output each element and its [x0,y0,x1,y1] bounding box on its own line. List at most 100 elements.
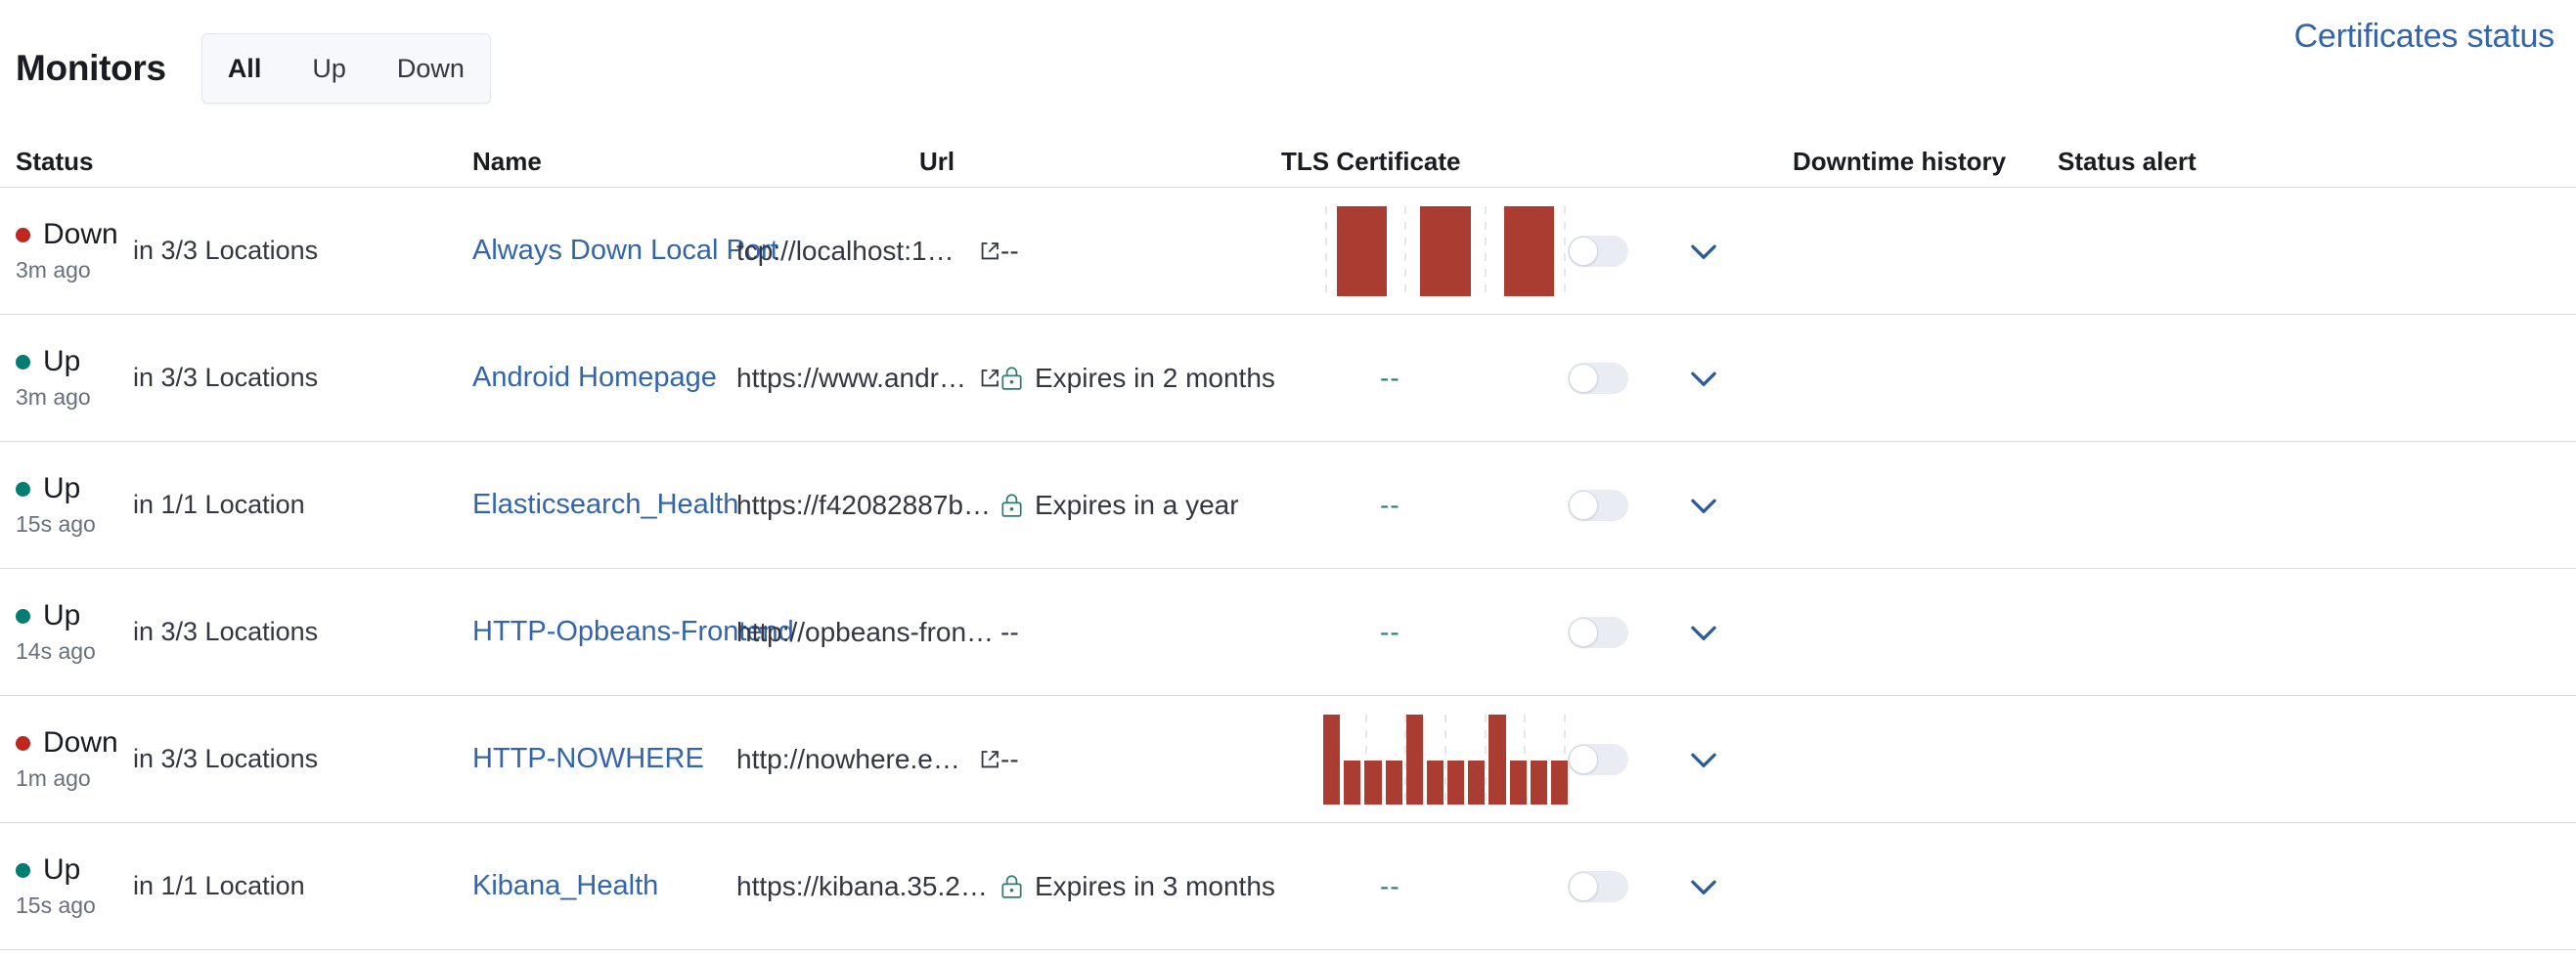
table-row[interactable]: Up 15s ago in 1/1 Location Kibana_Health h… [0,823,2576,950]
table-body: Down 3m ago in 3/3 Locations Always Down L… [0,188,2576,958]
monitor-name-link[interactable]: HTTP-NOWHERE [472,743,704,774]
locations-label: in 3/3 Locations [133,744,319,773]
downtime-empty-placeholder: -- [1380,489,1400,520]
cell-status: Up 14s ago [16,599,133,665]
downtime-bar [1344,761,1361,805]
status-alert-toggle[interactable] [1568,362,1628,394]
cell-url: https://kibana.35.241.204.195... [736,871,1000,902]
cell-expand [1685,741,1783,778]
table-row[interactable]: Down 3m ago in 3/3 Locations Always Down L… [0,188,2576,315]
cell-downtime-history: -- [1323,871,1568,902]
cell-name: Kibana_Health [472,870,736,902]
status-dot-up [16,608,30,624]
monitor-name-link[interactable]: Always Down Local Port [472,235,778,266]
status-last-check: 3m ago [16,384,91,410]
downtime-empty-placeholder: -- [1380,362,1400,393]
monitor-name-link[interactable]: Kibana_Health [472,870,658,901]
toggle-knob [1569,744,1598,774]
cell-tls-certificate: Expires in 2 months [1000,363,1323,394]
filter-button-down[interactable]: Down [372,34,490,103]
lock-icon [1001,493,1022,517]
cell-name: HTTP-NOWHERE [472,743,736,775]
table-row[interactable]: Down 1m ago in 3/3 Locations HTTP-NOWHERE … [0,696,2576,823]
cell-downtime-history [1323,205,1568,296]
cell-locations: in 1/1 Location [133,490,472,520]
expand-row-button[interactable] [1685,360,1783,397]
status-label: Up [43,345,81,377]
status-alert-toggle[interactable] [1568,743,1628,775]
status-label: Up [43,599,81,631]
cell-tls-certificate: Expires in a year [1000,490,1323,521]
cell-expand [1685,233,1783,270]
toggle-knob [1569,363,1598,393]
downtime-bar [1420,205,1471,296]
status-last-check: 3m ago [16,257,91,283]
filter-button-all[interactable]: All [202,34,288,103]
status-label: Up [43,853,81,886]
table-row[interactable]: Up 15s ago in 1/1 Location Elasticsearch_H… [0,442,2576,569]
expand-row-button[interactable] [1685,614,1783,651]
downtime-bar [1405,714,1423,805]
cell-locations: in 1/1 Location [133,871,472,901]
lock-icon [1001,874,1022,898]
downtime-bar [1503,205,1554,296]
cell-expand [1685,360,1783,397]
chevron-down-icon[interactable] [1685,741,1722,778]
status-dot-up [16,481,30,497]
cell-url: http://opbeans-frontend:3000... [736,617,1000,648]
downtime-bar [1530,761,1547,805]
table-row[interactable]: Up [0,950,2576,958]
monitor-name-link[interactable]: Android Homepage [472,362,717,393]
cell-status-alert [1568,362,1685,394]
status-filter-group[interactable]: All Up Down [200,33,491,104]
table-row[interactable]: Up 14s ago in 3/3 Locations HTTP-Opbeans-F… [0,569,2576,696]
monitor-url: https://kibana.35.241.204.195... [736,870,1000,901]
cell-tls-certificate: -- [1000,744,1323,775]
cell-name: HTTP-Opbeans-Frontend [472,616,794,648]
tls-expiry-label: Expires in 2 months [1035,362,1275,393]
status-dot-up [16,862,30,878]
chevron-down-icon[interactable] [1685,360,1722,397]
cell-status-alert [1568,235,1685,267]
cell-downtime-history: -- [1323,617,1568,648]
monitors-page: Monitors All Up Down Certificates status… [0,0,2576,958]
status-alert-toggle[interactable] [1568,489,1628,521]
certificates-status-link[interactable]: Certificates status [2294,18,2555,56]
cell-downtime-history: -- [1323,363,1568,394]
status-dot-up [16,354,30,370]
downtime-bar [1426,761,1444,805]
chevron-down-icon[interactable] [1685,614,1722,651]
cell-locations: in 3/3 Locations [133,363,472,393]
chevron-down-icon[interactable] [1685,487,1722,524]
status-alert-toggle[interactable] [1568,616,1628,648]
monitor-url: https://www.android.com [736,362,969,393]
cell-downtime-history: -- [1323,490,1568,521]
expand-row-button[interactable] [1685,741,1783,778]
status-label: Up [43,472,81,504]
locations-label: in 1/1 Location [133,490,305,519]
monitor-url: http://opbeans-frontend:3000... [736,616,1000,647]
cell-name: Elasticsearch_Health [472,489,738,521]
status-alert-toggle[interactable] [1568,870,1628,902]
expand-row-button[interactable] [1685,868,1783,905]
cell-url: tcp://localhost:18278 [736,236,1000,267]
chevron-down-icon[interactable] [1685,868,1722,905]
downtime-bar [1447,761,1465,805]
cell-url: https://f42082887b4e4520a5... [736,490,1000,521]
cell-url: http://nowhere.example.com [736,744,1000,775]
cell-status: Up 3m ago [16,345,133,411]
expand-row-button[interactable] [1685,233,1783,270]
monitor-name-link[interactable]: Elasticsearch_Health [472,489,738,520]
chevron-down-icon[interactable] [1685,233,1722,270]
cell-tls-certificate: Expires in 3 months [1000,871,1323,902]
filter-button-up[interactable]: Up [287,34,372,103]
status-last-check: 14s ago [16,638,96,664]
table-row[interactable]: Up 3m ago in 3/3 Locations Android Homepag… [0,315,2576,442]
cell-locations: in 3/3 Locations [133,744,472,774]
status-alert-toggle[interactable] [1568,235,1628,267]
expand-row-button[interactable] [1685,487,1783,524]
toggle-knob [1569,236,1598,266]
cell-name: Always Down Local Port [472,235,778,267]
page-title: Monitors [16,48,166,88]
cell-downtime-history [1323,714,1569,805]
